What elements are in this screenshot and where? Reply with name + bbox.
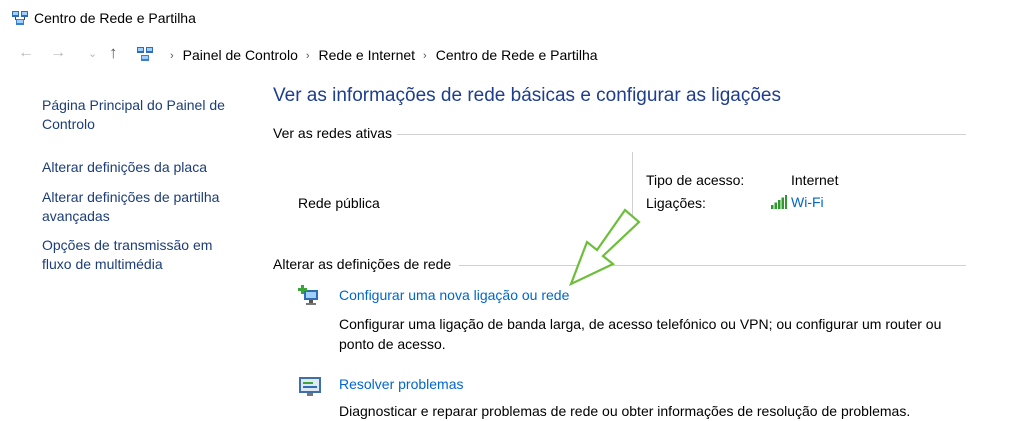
new-connection-icon <box>298 285 318 305</box>
sidebar-item-control-panel-home[interactable]: Página Principal do Painel de Controlo <box>42 96 242 134</box>
annotation-arrow-icon <box>568 208 641 287</box>
wifi-link-label[interactable]: Wi-Fi <box>791 194 824 210</box>
page-title: Ver as informações de rede básicas e con… <box>273 85 781 106</box>
control-panel-network-icon <box>137 47 153 61</box>
sidebar-item-change-adapter-settings[interactable]: Alterar definições da placa <box>42 158 242 177</box>
breadcrumb-separator-icon: › <box>170 50 174 62</box>
wifi-connection-link[interactable]: Wi-Fi <box>771 194 824 210</box>
breadcrumb: › Painel de Controlo › Rede e Internet › Cent… <box>162 47 598 63</box>
breadcrumb-separator-icon: › <box>305 50 310 62</box>
connections-label: Ligações: <box>646 195 706 211</box>
access-type-value: Internet <box>791 172 839 188</box>
setup-new-connection-link[interactable]: Configurar uma nova ligação ou rede <box>339 287 569 303</box>
breadcrumb-control-panel[interactable]: Painel de Controlo <box>183 47 298 63</box>
up-arrow-icon[interactable]: ↑ <box>109 43 118 63</box>
change-settings-heading: Alterar as definições de rede <box>273 256 452 272</box>
troubleshoot-icon <box>299 377 321 396</box>
breadcrumb-network-internet[interactable]: Rede e Internet <box>319 47 416 63</box>
breadcrumb-network-sharing-center[interactable]: Centro de Rede e Partilha <box>436 47 598 63</box>
active-networks-heading: Ver as redes ativas <box>273 125 393 141</box>
sidebar-item-advanced-sharing-settings[interactable]: Alterar definições de partilha avançadas <box>42 188 242 226</box>
setup-new-connection-description: Configurar uma ligação de banda larga, d… <box>339 316 942 352</box>
section-divider <box>459 265 966 266</box>
troubleshoot-description: Diagnosticar e reparar problemas de rede… <box>339 403 911 419</box>
breadcrumb-separator-icon: › <box>423 50 427 62</box>
access-type-label: Tipo de acesso: <box>646 172 745 188</box>
title-bar: Centro de Rede e Partilha <box>0 0 1021 38</box>
back-arrow-icon[interactable]: ← <box>18 44 34 62</box>
section-divider <box>397 134 966 135</box>
troubleshoot-link[interactable]: Resolver problemas <box>339 376 464 392</box>
sidebar-item-media-streaming-options[interactable]: Opções de transmissão em fluxo de multim… <box>42 236 242 274</box>
wifi-signal-icon <box>771 195 787 209</box>
network-sharing-icon <box>12 11 28 25</box>
forward-arrow-icon[interactable]: → <box>50 44 66 62</box>
network-name: Rede pública <box>298 195 380 211</box>
recent-locations-chevron-icon[interactable]: ⌄ <box>88 47 97 60</box>
window-title: Centro de Rede e Partilha <box>34 10 196 26</box>
